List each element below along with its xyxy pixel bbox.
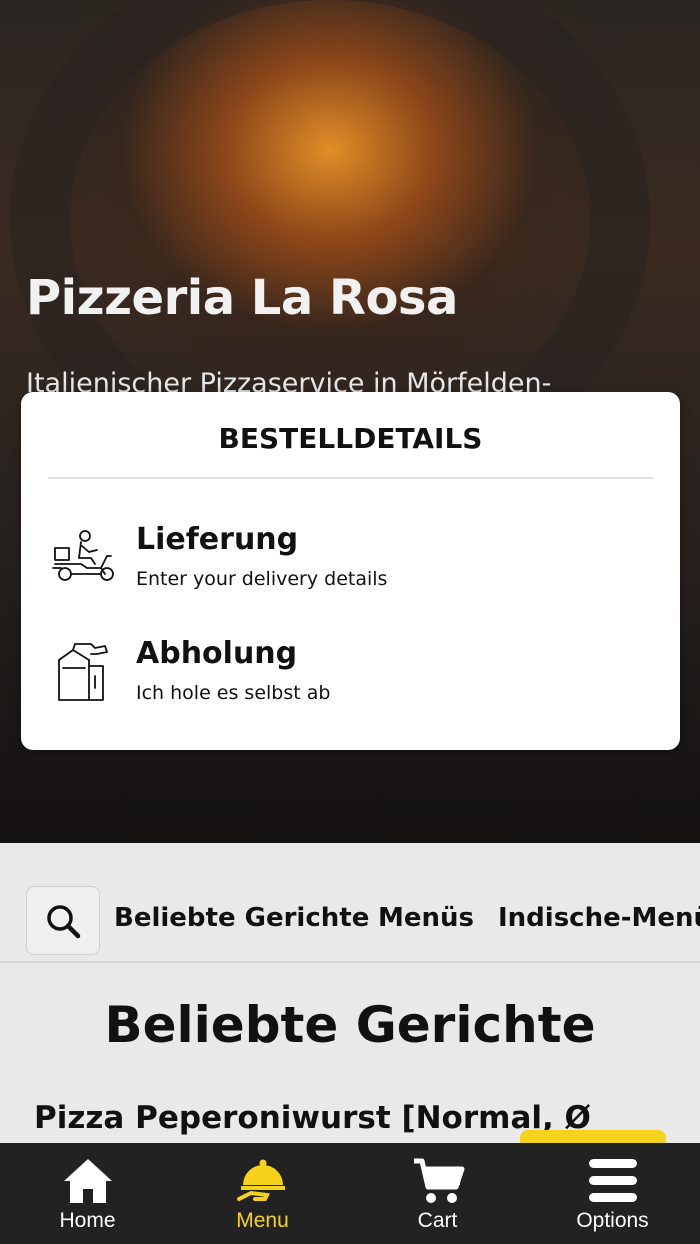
- pickup-option[interactable]: Abholung Ich hole es selbst ab: [21, 626, 680, 716]
- search-icon: [47, 904, 81, 938]
- category-tab-indische-menues[interactable]: Indische-Menü: [498, 903, 700, 933]
- pickup-option-label: Abholung: [136, 636, 298, 671]
- tab-menu-label: Menu: [236, 1209, 289, 1232]
- home-icon: [63, 1159, 112, 1203]
- delivery-option-description: Enter your delivery details: [136, 568, 388, 590]
- hamburger-menu-icon: [588, 1159, 637, 1202]
- takeaway-bag-icon: [58, 643, 108, 701]
- modal-divider: [48, 477, 653, 479]
- tab-home[interactable]: Home: [0, 1143, 175, 1244]
- restaurant-name: Pizzeria La Rosa: [26, 270, 458, 326]
- modal-title: BESTELLDETAILS: [218, 422, 483, 455]
- tab-menu[interactable]: Menu: [175, 1143, 350, 1244]
- category-tab-menues[interactable]: Menüs: [378, 903, 474, 933]
- order-details-modal: BESTELLDETAILS Lieferung Enter your deli…: [21, 392, 680, 750]
- delivery-option-label: Lieferung: [136, 522, 299, 557]
- cart-icon: [413, 1158, 464, 1203]
- food-cloche-icon: [236, 1159, 285, 1201]
- tab-home-label: Home: [59, 1209, 116, 1232]
- search-button[interactable]: [26, 886, 100, 955]
- tab-options[interactable]: Options: [525, 1143, 700, 1244]
- menu-item-name[interactable]: Pizza Peperoniwurst [Normal, Ø: [34, 1100, 591, 1136]
- category-tab-beliebte-gerichte[interactable]: Beliebte Gerichte: [114, 903, 369, 933]
- section-title: Beliebte Gerichte: [104, 996, 596, 1054]
- category-bar: Beliebte Gerichte Menüs Indische-Menü: [0, 843, 700, 963]
- pickup-option-description: Ich hole es selbst ab: [136, 682, 331, 704]
- delivery-option[interactable]: Lieferung Enter your delivery details: [21, 512, 680, 602]
- bottom-tab-bar: Home Menu Cart Options: [0, 1143, 700, 1244]
- tab-cart-label: Cart: [417, 1209, 458, 1232]
- tab-cart[interactable]: Cart: [350, 1143, 525, 1244]
- delivery-scooter-icon: [52, 530, 114, 581]
- tab-options-label: Options: [576, 1209, 649, 1232]
